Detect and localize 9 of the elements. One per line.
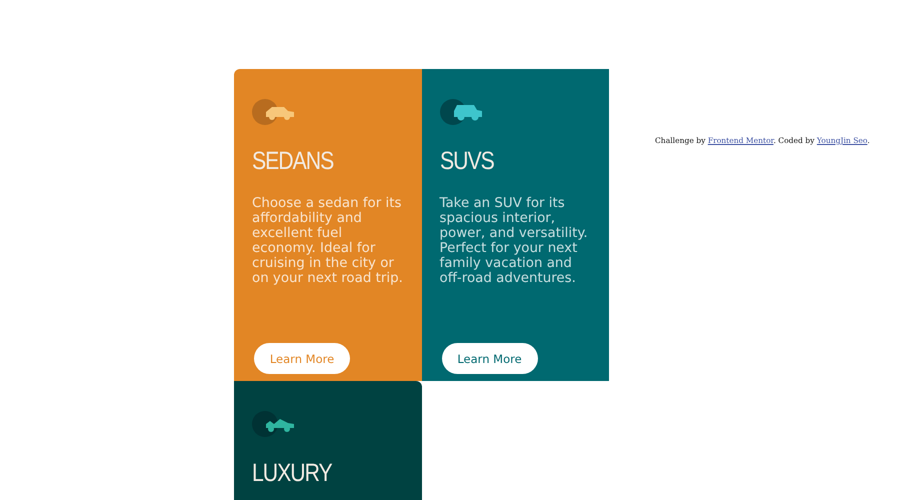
card-description: Choose a sedan for its affordability and excellent fuel economy. Ideal for cruising in the city or on your next road trip. bbox=[252, 196, 404, 286]
car-icon bbox=[252, 99, 294, 125]
card-title: SEDANS bbox=[252, 147, 334, 176]
learn-more-button[interactable]: Learn More bbox=[442, 343, 538, 374]
card-title: LUXURY bbox=[252, 459, 332, 488]
card-title: SUVS bbox=[440, 147, 494, 176]
car-icon bbox=[252, 411, 294, 437]
card-description: Take an SUV for its spacious interior, power, and versatility. Perfect for your next family vacation and off-road adventures. bbox=[440, 196, 589, 286]
car-icon bbox=[440, 99, 482, 125]
